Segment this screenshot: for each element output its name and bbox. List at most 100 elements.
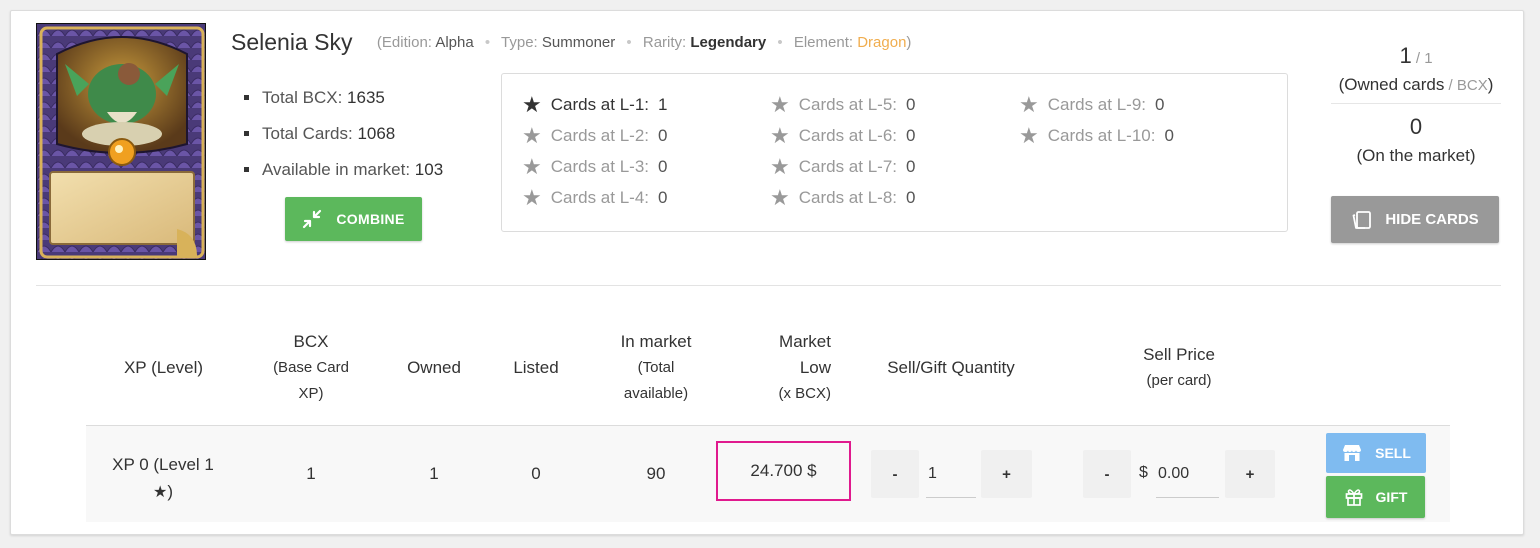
on-market-count: 0 [1409,114,1423,139]
level-count: 0 [658,188,668,207]
stat-label: Total Cards: [262,124,353,143]
header-listed: Listed [513,358,559,377]
rarity-value: Legendary [690,34,767,51]
edition-label: Edition: [381,34,432,51]
compress-arrows-icon [303,209,322,229]
level-count: 0 [1164,126,1174,145]
element-label: Element: [793,34,854,51]
owned-count-value: 1 [1399,43,1412,68]
quantity-decrease-button[interactable]: - [871,450,919,498]
stat-value: 103 [414,160,444,179]
market-low-value: 24.700 $ [750,461,817,480]
header-in-market-line2: (Total [637,359,675,376]
price-decrease-button[interactable]: - [1083,450,1131,498]
separator-dot: • [777,34,783,51]
hide-cards-button[interactable]: HIDE CARDS [1331,196,1499,243]
header-in-market: In market (Total available) [601,329,711,407]
card-meta: (Edition: Alpha • Type: Summoner • Rarit… [377,34,912,51]
gift-button[interactable]: GIFT [1326,476,1425,518]
level-label: Cards at L-10: [1047,126,1156,145]
star-icon: ★ [770,185,790,210]
header-xp-level: XP (Level) [123,358,204,377]
level-label: Cards at L-5: [798,95,897,114]
cell-owned: 1 [429,464,439,483]
stat-available-market: Available in market: 103 [244,159,443,195]
star-icon: ★ [522,154,542,179]
header-bcx-line2: (Base Card [273,359,349,376]
sell-button-label: SELL [1375,445,1411,461]
currency-symbol: $ [1139,464,1148,481]
stat-value: 1635 [347,88,385,107]
level-item: ★ Cards at L-5: 0 [770,94,915,116]
header-owned: Owned [407,358,461,377]
owned-label-separator: / [1444,77,1457,94]
on-market-label: (On the market) [1356,146,1476,165]
stat-label: Total BCX: [262,88,343,107]
rarity-label: Rarity: [642,34,687,51]
price-increase-button[interactable]: + [1225,450,1275,498]
star-icon: ★ [770,92,790,117]
level-label: Cards at L-4: [550,188,649,207]
cell-market-low: 24.700 $ [716,441,851,501]
cell-xp-level-line1: XP 0 (Level 1 [112,455,214,474]
sell-button[interactable]: SELL [1326,433,1426,473]
star-icon: ★ [152,484,168,501]
card-stats-list: Total BCX: 1635 Total Cards: 1068 Availa… [244,87,443,195]
level-item: ★ Cards at L-6: 0 [770,125,915,147]
level-label: Cards at L-8: [798,188,897,207]
level-label: Cards at L-9: [1047,95,1146,114]
header-market-low-line3: (x BCX) [778,385,832,402]
owned-bcx-value: 1 [1424,50,1433,67]
element-value: Dragon [857,34,907,51]
level-count: 0 [658,126,668,145]
price-input[interactable] [1156,450,1219,498]
divider [1331,103,1501,104]
stat-label: Available in market: [262,160,411,179]
quantity-increase-button[interactable]: + [981,450,1032,498]
star-icon: ★ [770,123,790,148]
combine-button-label: COMBINE [336,211,405,227]
gift-icon [1345,489,1362,506]
star-icon: ★ [770,154,790,179]
level-count: 0 [906,188,916,207]
star-icon: ★ [522,185,542,210]
level-count: 0 [906,157,916,176]
level-count: 0 [1155,95,1165,114]
level-item: ★ Cards at L-1: 1 [522,94,667,116]
cards-icon [1352,210,1372,229]
owned-label: (Owned cards / BCX) [1331,75,1501,95]
level-item: ★ Cards at L-7: 0 [770,156,915,178]
header-bcx: BCX (Base Card XP) [256,329,366,407]
level-count: 0 [906,95,916,114]
level-label: Cards at L-1: [550,95,649,114]
header-in-market-line1: In market [620,332,692,351]
level-count: 1 [658,95,668,114]
level-label: Cards at L-7: [798,157,897,176]
header-in-market-line3: available) [623,385,689,402]
level-count: 0 [906,126,916,145]
quantity-input[interactable] [926,450,976,498]
stat-total-cards: Total Cards: 1068 [244,123,443,159]
cell-listed: 0 [531,464,541,483]
star-icon: ★ [522,92,542,117]
header-market-low: Market Low (x BCX) [751,329,832,407]
header-sell-price-line1: Sell Price [1143,345,1215,364]
level-item: ★ Cards at L-4: 0 [522,187,667,209]
combine-button[interactable]: COMBINE [285,197,422,241]
level-item: ★ Cards at L-2: 0 [522,125,667,147]
store-icon [1343,445,1362,461]
level-label: Cards at L-6: [798,126,897,145]
owned-label-bcx: BCX [1456,77,1488,94]
level-item: ★ Cards at L-10: 0 [1019,125,1174,147]
card-name: Selenia Sky [231,29,353,55]
card-levels-box: ★ Cards at L-1: 1 ★ Cards at L-2: 0 ★ Cards a… [501,73,1288,232]
card-artwork-illustration [37,24,205,259]
separator-dot: • [626,34,632,51]
level-item: ★ Cards at L-9: 0 [1019,94,1164,116]
stat-total-bcx: Total BCX: 1635 [244,87,443,123]
hide-cards-label: HIDE CARDS [1385,211,1479,228]
header-market-low-line1: Market [779,332,831,351]
level-label: Cards at L-2: [550,126,649,145]
level-count: 0 [658,157,668,176]
star-icon: ★ [1019,92,1039,117]
